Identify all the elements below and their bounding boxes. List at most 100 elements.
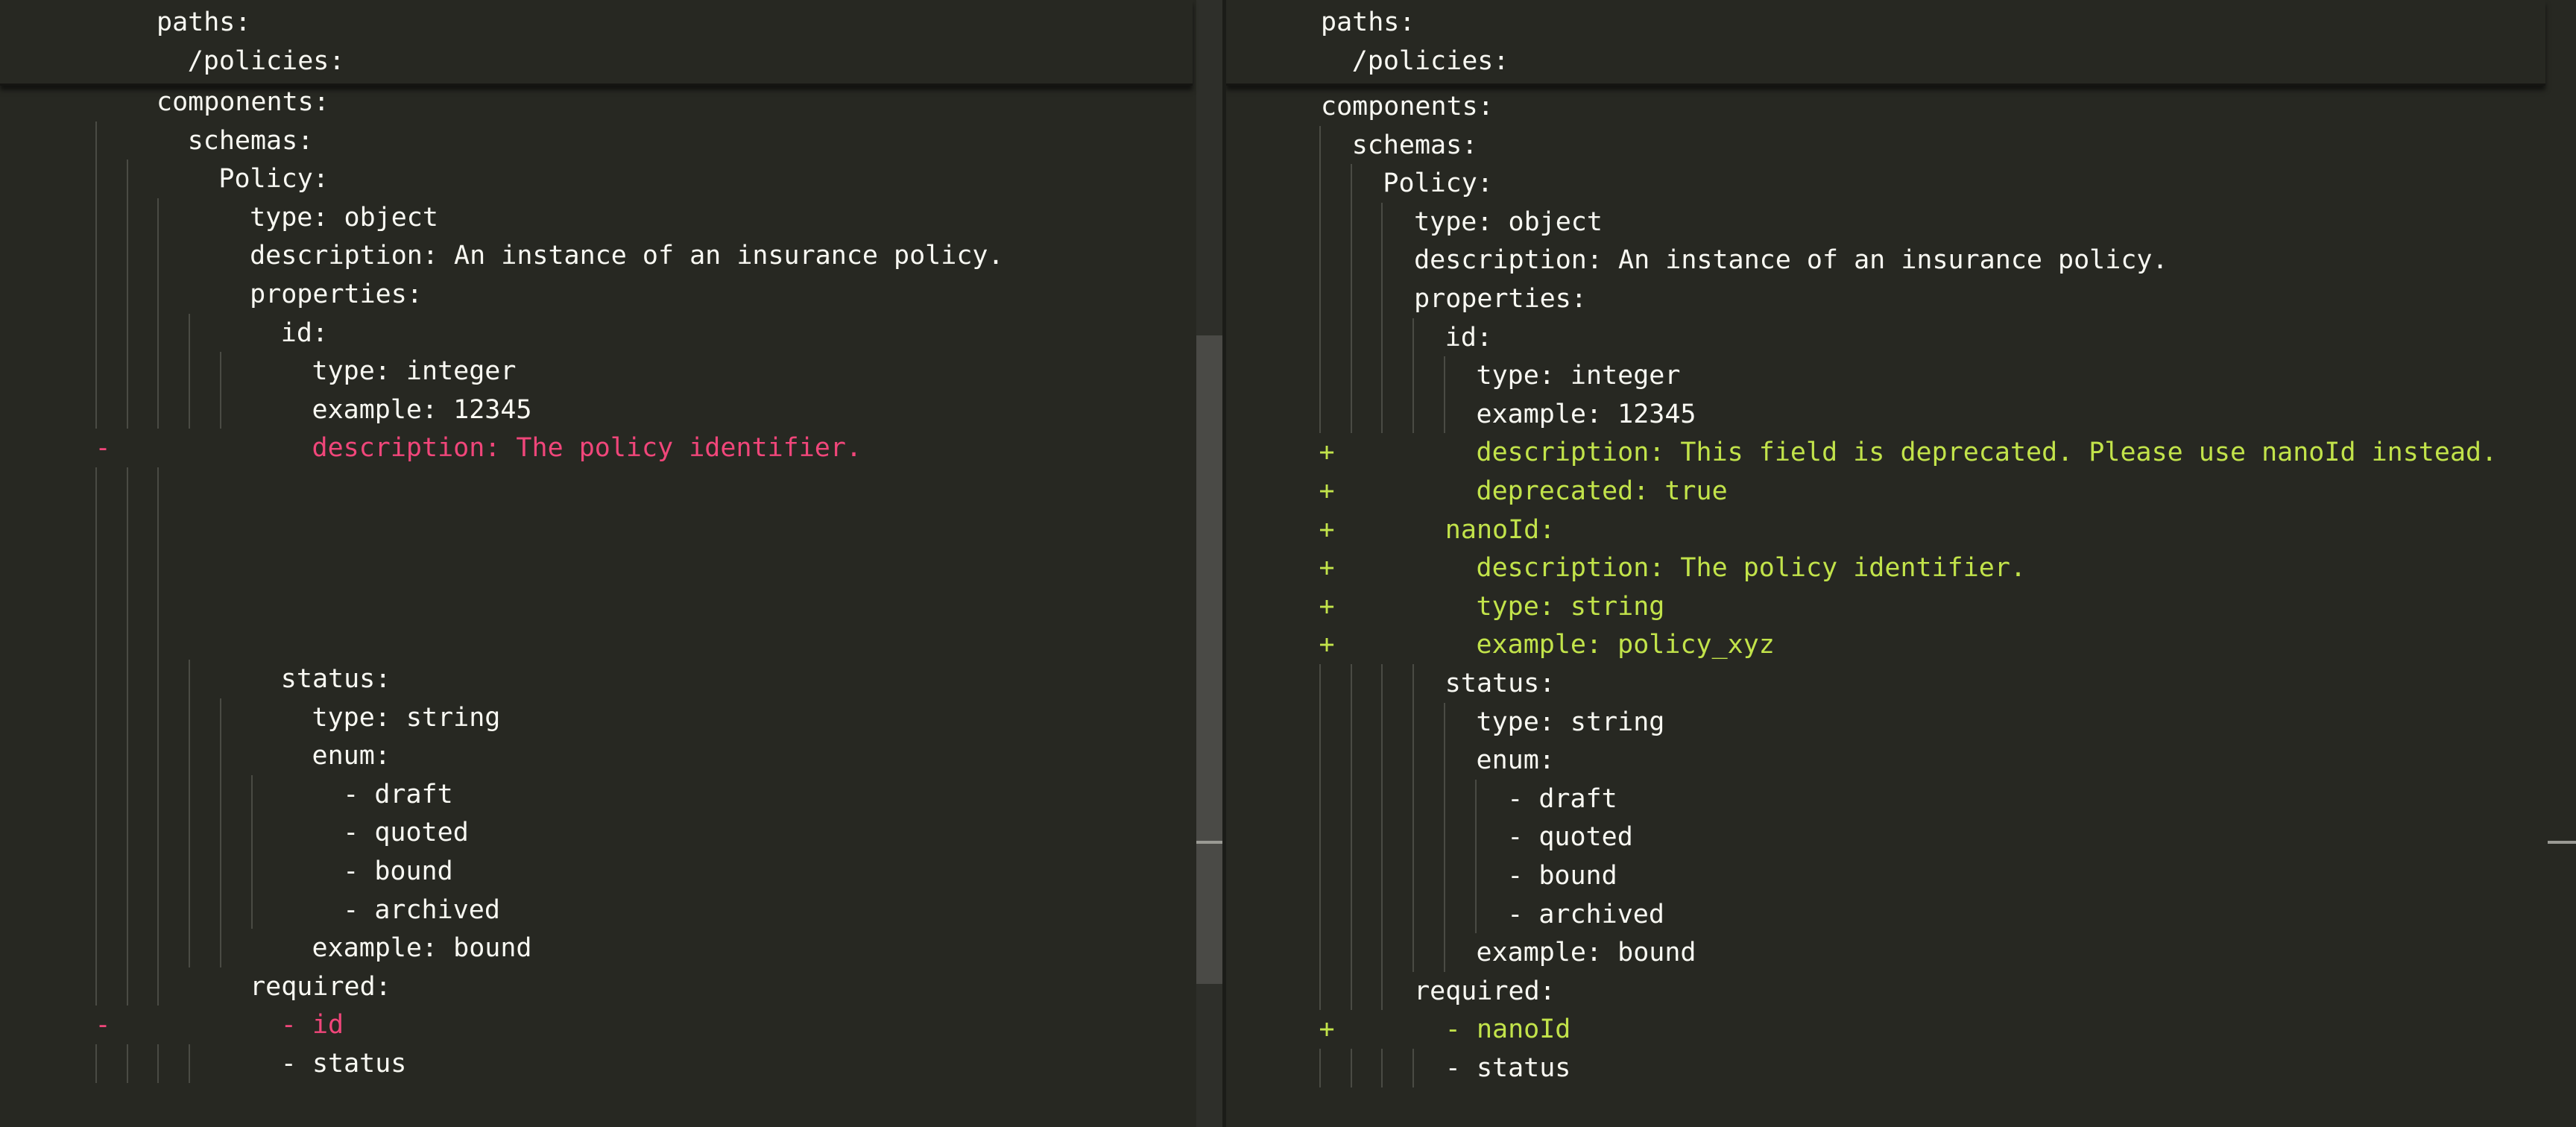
modified-pane[interactable]: paths:/policies: components: schemas: Poli… (1226, 0, 2576, 1127)
code-line[interactable]: required: (1226, 972, 2576, 1011)
code-line[interactable] (0, 621, 1226, 660)
removed-line[interactable]: - description: The policy identifier. (0, 429, 1226, 467)
added-line[interactable]: + description: This field is deprecated. … (1226, 433, 2576, 472)
code-line[interactable]: type: object (0, 198, 1226, 237)
sticky-line[interactable]: paths: (157, 3, 250, 42)
indent-guide (1381, 1049, 1383, 1087)
code-line[interactable]: example: 12345 (1226, 395, 2576, 434)
code-line[interactable]: - draft (1226, 780, 2576, 818)
added-line[interactable]: + nanoId: (1226, 511, 2576, 549)
code-line[interactable]: - status (1226, 1049, 2576, 1087)
added-line[interactable]: + type: string (1226, 587, 2576, 626)
code-line[interactable]: description: An instance of an insurance… (0, 236, 1226, 275)
code-text: schemas: (1351, 130, 1478, 160)
sticky-line[interactable]: /policies: (188, 42, 345, 80)
code-text: example: 12345 (312, 394, 532, 425)
indent-guide (1350, 1049, 1352, 1087)
code-text: nanoId: (1445, 514, 1556, 545)
sticky-line[interactable]: paths: (1321, 3, 1415, 42)
code-line[interactable]: type: string (0, 698, 1226, 737)
sticky-scroll-header[interactable]: paths:/policies: (1226, 0, 2545, 86)
code-line[interactable]: example: bound (1226, 933, 2576, 972)
code-text: example: bound (312, 933, 532, 964)
added-line[interactable]: + example: policy_xyz (1226, 625, 2576, 664)
code-line[interactable]: description: An instance of an insurance… (1226, 241, 2576, 280)
code-line[interactable]: - bound (0, 852, 1226, 891)
code-line[interactable] (0, 583, 1226, 622)
code-text: Policy: (218, 164, 329, 195)
code-line[interactable]: example: bound (0, 929, 1226, 967)
code-line[interactable]: status: (1226, 664, 2576, 703)
code-text: required: (250, 971, 391, 1002)
code-line[interactable]: enum: (1226, 741, 2576, 780)
indent-guide (1412, 1049, 1415, 1087)
sticky-line[interactable]: /policies: (1352, 42, 1509, 80)
code-line[interactable]: type: object (1226, 203, 2576, 242)
code-text: - status (1445, 1053, 1571, 1083)
code-line[interactable]: status: (0, 660, 1226, 698)
code-text: status: (280, 664, 391, 694)
code-line[interactable]: Policy: (1226, 164, 2576, 203)
code-line[interactable]: - status (0, 1044, 1226, 1083)
code-text: type: object (1414, 206, 1603, 237)
code-line[interactable]: - bound (1226, 856, 2576, 895)
sticky-scroll-header[interactable]: paths:/policies: (0, 0, 1193, 86)
code-text: description: An instance of an insurance… (250, 241, 1004, 271)
code-text: enum: (1476, 745, 1555, 776)
code-line[interactable]: properties: (1226, 280, 2576, 318)
code-line[interactable]: - quoted (0, 813, 1226, 852)
code-line[interactable]: type: string (1226, 703, 2576, 742)
code-text: - nanoId (1445, 1014, 1571, 1045)
code-line[interactable]: id: (0, 314, 1226, 353)
code-line[interactable]: example: 12345 (0, 391, 1226, 429)
code-line[interactable]: id: (1226, 318, 2576, 357)
code-line[interactable]: required: (0, 967, 1226, 1006)
original-scrollbar-marker (1196, 841, 1225, 844)
code-text: example: policy_xyz (1476, 630, 1775, 660)
code-line[interactable]: - archived (1226, 895, 2576, 934)
code-line[interactable]: components: (1226, 87, 2576, 126)
code-text: - quoted (1507, 822, 1633, 853)
code-line[interactable]: type: integer (1226, 356, 2576, 395)
code-text: description: This field is deprecated. P… (1476, 438, 2498, 468)
indent-guide (1381, 202, 1383, 434)
code-text: properties: (250, 280, 423, 309)
code-line[interactable] (0, 467, 1226, 506)
code-text: type: integer (312, 356, 517, 387)
code-line[interactable] (0, 544, 1226, 583)
removed-line[interactable]: - - id (0, 1006, 1226, 1044)
code-line[interactable]: - quoted (1226, 818, 2576, 856)
code-text: type: string (1476, 591, 1665, 622)
code-line[interactable]: schemas: (1226, 126, 2576, 165)
code-line[interactable]: properties: (0, 275, 1226, 314)
code-line[interactable]: type: integer (0, 352, 1226, 391)
code-line[interactable]: enum: (0, 736, 1226, 775)
indent-guide (219, 352, 221, 429)
added-line[interactable]: + description: The policy identifier. (1226, 549, 2576, 587)
original-scrollbar-thumb[interactable] (1196, 335, 1225, 984)
original-pane[interactable]: paths:/policies: components: schemas: Poli… (0, 0, 1226, 1127)
code-text: schemas: (187, 125, 314, 156)
addition-marker: + (1319, 438, 1335, 468)
code-line[interactable]: schemas: (0, 121, 1226, 160)
indent-guide (1319, 664, 1321, 1011)
added-line[interactable]: + deprecated: true (1226, 472, 2576, 511)
code-line[interactable]: - draft (0, 775, 1226, 814)
code-text: - archived (343, 894, 500, 925)
code-text: deprecated: true (1476, 476, 1728, 506)
code-text: - draft (1507, 783, 1617, 814)
code-text: status: (1445, 669, 1556, 698)
indent-guide (1381, 664, 1383, 1011)
code-line[interactable]: components: (0, 83, 1226, 121)
indent-guide (1350, 164, 1352, 434)
indent-guide (95, 121, 97, 429)
code-line[interactable] (0, 506, 1226, 545)
indent-guide (1443, 702, 1445, 972)
indent-guide (1412, 664, 1415, 972)
indent-guide (1319, 1049, 1321, 1087)
code-line[interactable]: - archived (0, 891, 1226, 929)
added-line[interactable]: + - nanoId (1226, 1010, 2576, 1049)
indent-guide (1443, 356, 1445, 434)
code-text: - archived (1507, 899, 1664, 929)
code-line[interactable]: Policy: (0, 160, 1226, 198)
